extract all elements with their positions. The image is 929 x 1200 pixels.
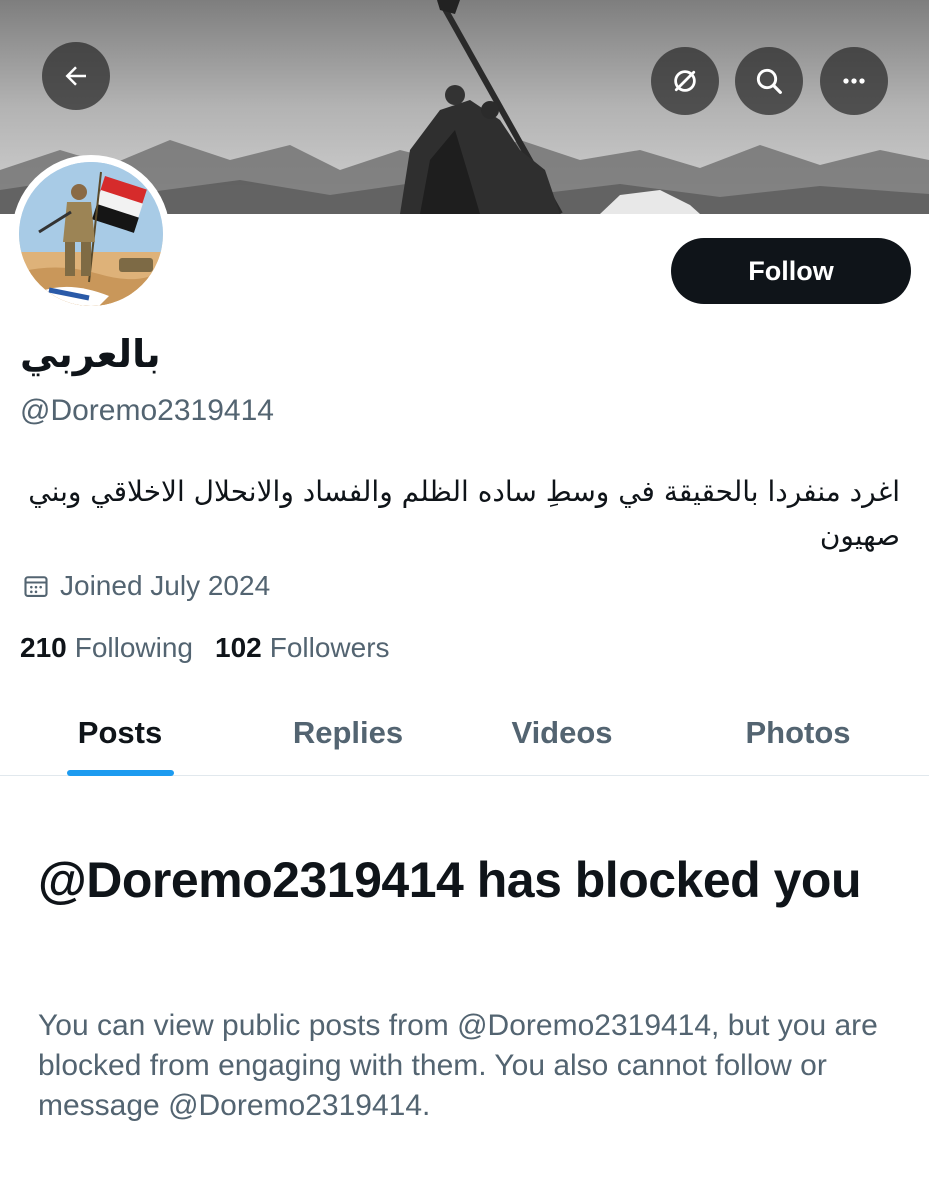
more-horizontal-icon bbox=[843, 78, 865, 84]
tab-posts[interactable]: Posts bbox=[40, 690, 200, 776]
grok-button[interactable] bbox=[651, 47, 719, 115]
grok-icon bbox=[674, 70, 696, 92]
following-count: 210 bbox=[20, 632, 67, 663]
handle: @Doremo2319414 bbox=[20, 394, 274, 427]
joined-date: Joined July 2024 bbox=[22, 570, 270, 602]
joined-text: Joined July 2024 bbox=[60, 570, 271, 601]
search-button[interactable] bbox=[735, 47, 803, 115]
display-name: بالعربي bbox=[20, 332, 161, 376]
followers-link[interactable]: 102 Followers bbox=[215, 632, 390, 664]
following-link[interactable]: 210 Following bbox=[20, 632, 193, 664]
profile-tabs: Posts Replies Videos Photos bbox=[0, 690, 929, 776]
arrow-left-icon bbox=[65, 66, 86, 86]
search-icon bbox=[756, 68, 782, 94]
avatar-image bbox=[19, 162, 163, 306]
tab-photos[interactable]: Photos bbox=[718, 690, 878, 776]
tab-replies[interactable]: Replies bbox=[268, 690, 428, 776]
followers-label: Followers bbox=[269, 632, 390, 663]
tab-videos[interactable]: Videos bbox=[482, 690, 642, 776]
more-button[interactable] bbox=[820, 47, 888, 115]
calendar-icon bbox=[24, 576, 48, 597]
blocked-description: You can view public posts from @Doremo23… bbox=[38, 1009, 878, 1122]
back-button[interactable] bbox=[42, 42, 110, 110]
followers-count: 102 bbox=[215, 632, 262, 663]
bio: اغرد منفردا بالحقيقة في وسطِ ساده الظلم … bbox=[28, 475, 900, 552]
following-label: Following bbox=[74, 632, 193, 663]
profile-stats: 210 Following 102 Followers bbox=[20, 632, 412, 664]
active-tab-indicator bbox=[67, 770, 174, 776]
blocked-title: @Doremo2319414 has blocked you bbox=[38, 852, 862, 908]
follow-button[interactable]: Follow bbox=[671, 238, 911, 304]
avatar[interactable] bbox=[12, 155, 170, 313]
